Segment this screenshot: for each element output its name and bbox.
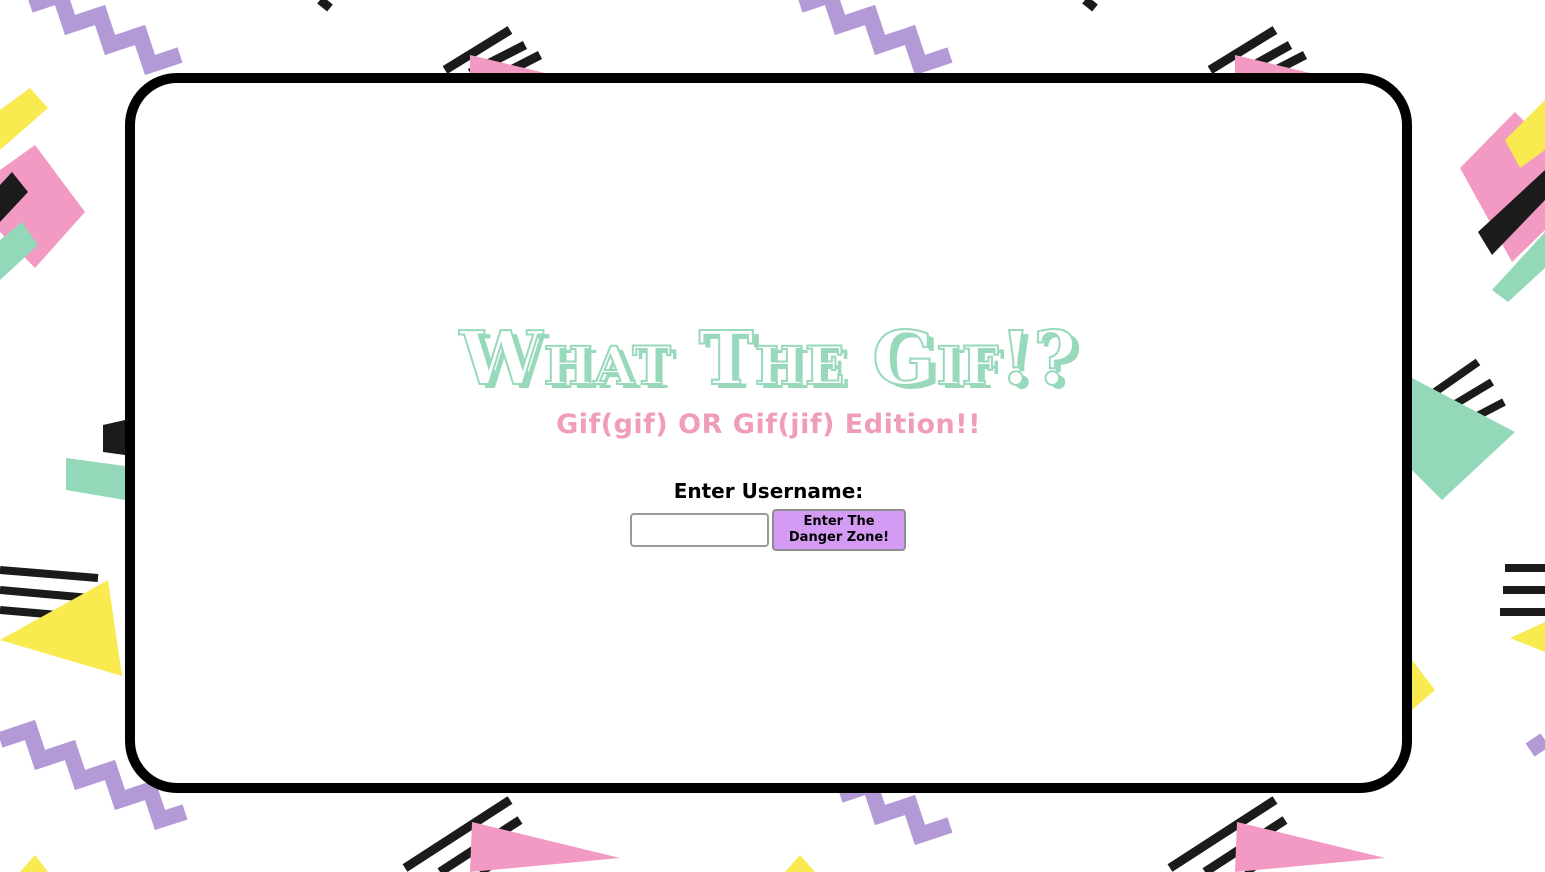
username-label: Enter Username: xyxy=(673,479,864,503)
username-input[interactable] xyxy=(630,513,769,547)
enter-danger-zone-button[interactable]: Enter The Danger Zone! xyxy=(772,509,906,551)
login-form: Enter The Danger Zone! xyxy=(630,509,906,551)
zigzag-shape xyxy=(1525,733,1545,757)
title-container: What The Gif!? xyxy=(135,316,1402,402)
page-title: What The Gif!? xyxy=(458,316,1078,402)
main-card: What The Gif!? Gif(gif) OR Gif(jif) Edit… xyxy=(125,73,1412,793)
zigzag-shape xyxy=(28,0,183,76)
page-subtitle: Gif(gif) OR Gif(jif) Edition!! xyxy=(556,409,981,440)
zigzag-shape xyxy=(798,0,953,76)
